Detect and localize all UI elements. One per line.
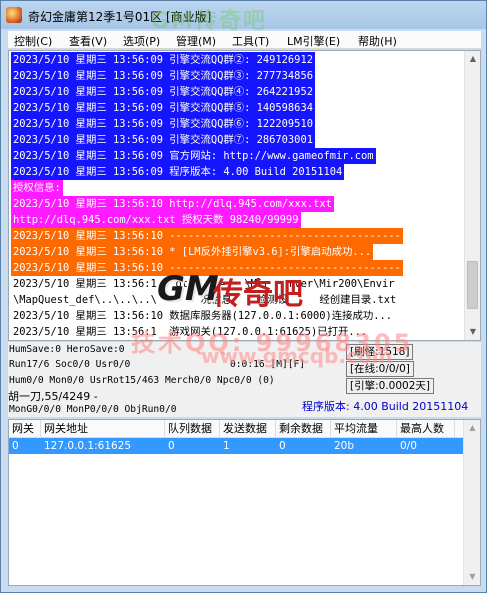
col-sent-data[interactable]: 发送数据 [220, 420, 276, 438]
menu-control[interactable]: 控制(C) [14, 33, 52, 49]
log-line: 2023/5/10 星期三 13:56:09 程序版本: 4.00 Build … [11, 164, 345, 180]
table-header: 网关 网关地址 队列数据 发送数据 剩余数据 平均流量 最高人数 [9, 420, 464, 438]
cell-address: 127.0.0.1:61625 [44, 440, 132, 452]
log-line: http://dlq.945.com/xxx.txt 授权天数 98240/99… [11, 212, 301, 228]
menu-options[interactable]: 选项(P) [123, 33, 160, 49]
log-line: 2023/5/10 星期三 13:56:09 引擎交流QQ群⑥: 1222095… [11, 116, 315, 132]
log-line: 2023/5/10 星期三 13:56:09 官方网站: http://www.… [11, 148, 376, 164]
log-line: 2023/5/10 星期三 13:56:10 -----------------… [11, 228, 403, 244]
version-label: 程序版本: 4.00 Build 20151104 [302, 400, 469, 413]
log-scrollbar[interactable]: ▲ ▼ [464, 51, 480, 340]
log-line: 2023/5/10 星期三 13:56:09 引擎交流QQ群③: 2777348… [11, 68, 315, 84]
watermark-title: 传奇吧 [213, 277, 303, 312]
status-hum: Hum0/0 Mon0/0 UsrRot15/463 Merch0/0 Npc0… [9, 375, 275, 386]
status-run: Run17/6 Soc0/0 Usr0/0 [9, 359, 131, 370]
log-line: 授权信息: [11, 180, 63, 196]
status-save: HumSave:0 HeroSave:0 [9, 344, 125, 355]
cell-avg-traffic: 20b [334, 440, 355, 452]
log-line: 2023/5/10 星期三 13:56:10 * [LM反外挂引擎v3.6]:引… [11, 244, 374, 260]
gateway-table: 网关 网关地址 队列数据 发送数据 剩余数据 平均流量 最高人数 0 127.0… [8, 419, 481, 586]
scroll-up-icon[interactable]: ▲ [465, 51, 480, 67]
table-row[interactable]: 0 127.0.0.1:61625 0 1 0 20b 0/0 [9, 438, 464, 454]
table-scroll-down-icon[interactable]: ▼ [464, 569, 480, 585]
cell-max-users: 0/0 [400, 440, 417, 452]
watermark-gm: GM [157, 269, 219, 309]
scroll-down-icon[interactable]: ▼ [465, 324, 480, 340]
log-scroll-thumb[interactable] [467, 261, 478, 309]
status-mon: MonG0/0/0 MonP0/0/0 ObjRun0/0 [9, 404, 177, 415]
server-window: 奇幻金庸第12季1号01区 [商业版] GM传奇吧 控制(C) 查看(V) 选项… [0, 0, 487, 593]
app-icon [6, 7, 22, 23]
engine-days-box: [引擎:0.0002天] [346, 378, 434, 394]
log-line: 2023/5/10 星期三 13:56:10 数据库服务器(127.0.0.1:… [13, 310, 393, 322]
menu-tools[interactable]: 工具(T) [232, 33, 269, 49]
cell-queue: 0 [168, 440, 175, 452]
table-scroll-up-icon[interactable]: ▲ [464, 420, 480, 436]
table-scrollbar[interactable]: ▲ ▼ [463, 420, 480, 585]
log-line: 2023/5/10 星期三 13:56:09 引擎交流QQ群④: 2642219… [11, 84, 315, 100]
col-avg-traffic[interactable]: 平均流量 [331, 420, 397, 438]
watermark-site: www.gmcqb.com [201, 344, 393, 368]
cell-gateway: 0 [12, 440, 19, 452]
col-gateway-address[interactable]: 网关地址 [41, 420, 165, 438]
col-remaining-data[interactable]: 剩余数据 [276, 420, 331, 438]
menu-help[interactable]: 帮助(H) [358, 33, 397, 49]
menu-bar: 控制(C) 查看(V) 选项(P) 管理(M) 工具(T) LM引擎(E) 帮助… [8, 31, 481, 49]
log-line: 2023/5/10 星期三 13:56:09 引擎交流QQ群⑤: 1405986… [11, 100, 315, 116]
cell-remaining: 0 [279, 440, 286, 452]
log-line: 2023/5/10 星期三 13:56:09 引擎交流QQ群②: 2491269… [11, 52, 315, 68]
col-max-users[interactable]: 最高人数 [397, 420, 455, 438]
menu-manage[interactable]: 管理(M) [176, 33, 216, 49]
cell-sent: 1 [223, 440, 230, 452]
menu-view[interactable]: 查看(V) [69, 33, 107, 49]
title-bar[interactable]: 奇幻金庸第12季1号01区 [商业版] GM传奇吧 [1, 1, 486, 34]
menu-lm-engine[interactable]: LM引擎(E) [287, 33, 340, 49]
col-queue-data[interactable]: 队列数据 [165, 420, 220, 438]
log-line: 2023/5/10 星期三 13:56:09 引擎交流QQ群⑦: 2867030… [11, 132, 315, 148]
status-player: 胡一刀,55/4249 - [8, 390, 98, 403]
log-line: 2023/5/10 星期三 13:56:10 http://dlq.945.co… [11, 196, 334, 212]
col-gateway[interactable]: 网关 [9, 420, 41, 438]
